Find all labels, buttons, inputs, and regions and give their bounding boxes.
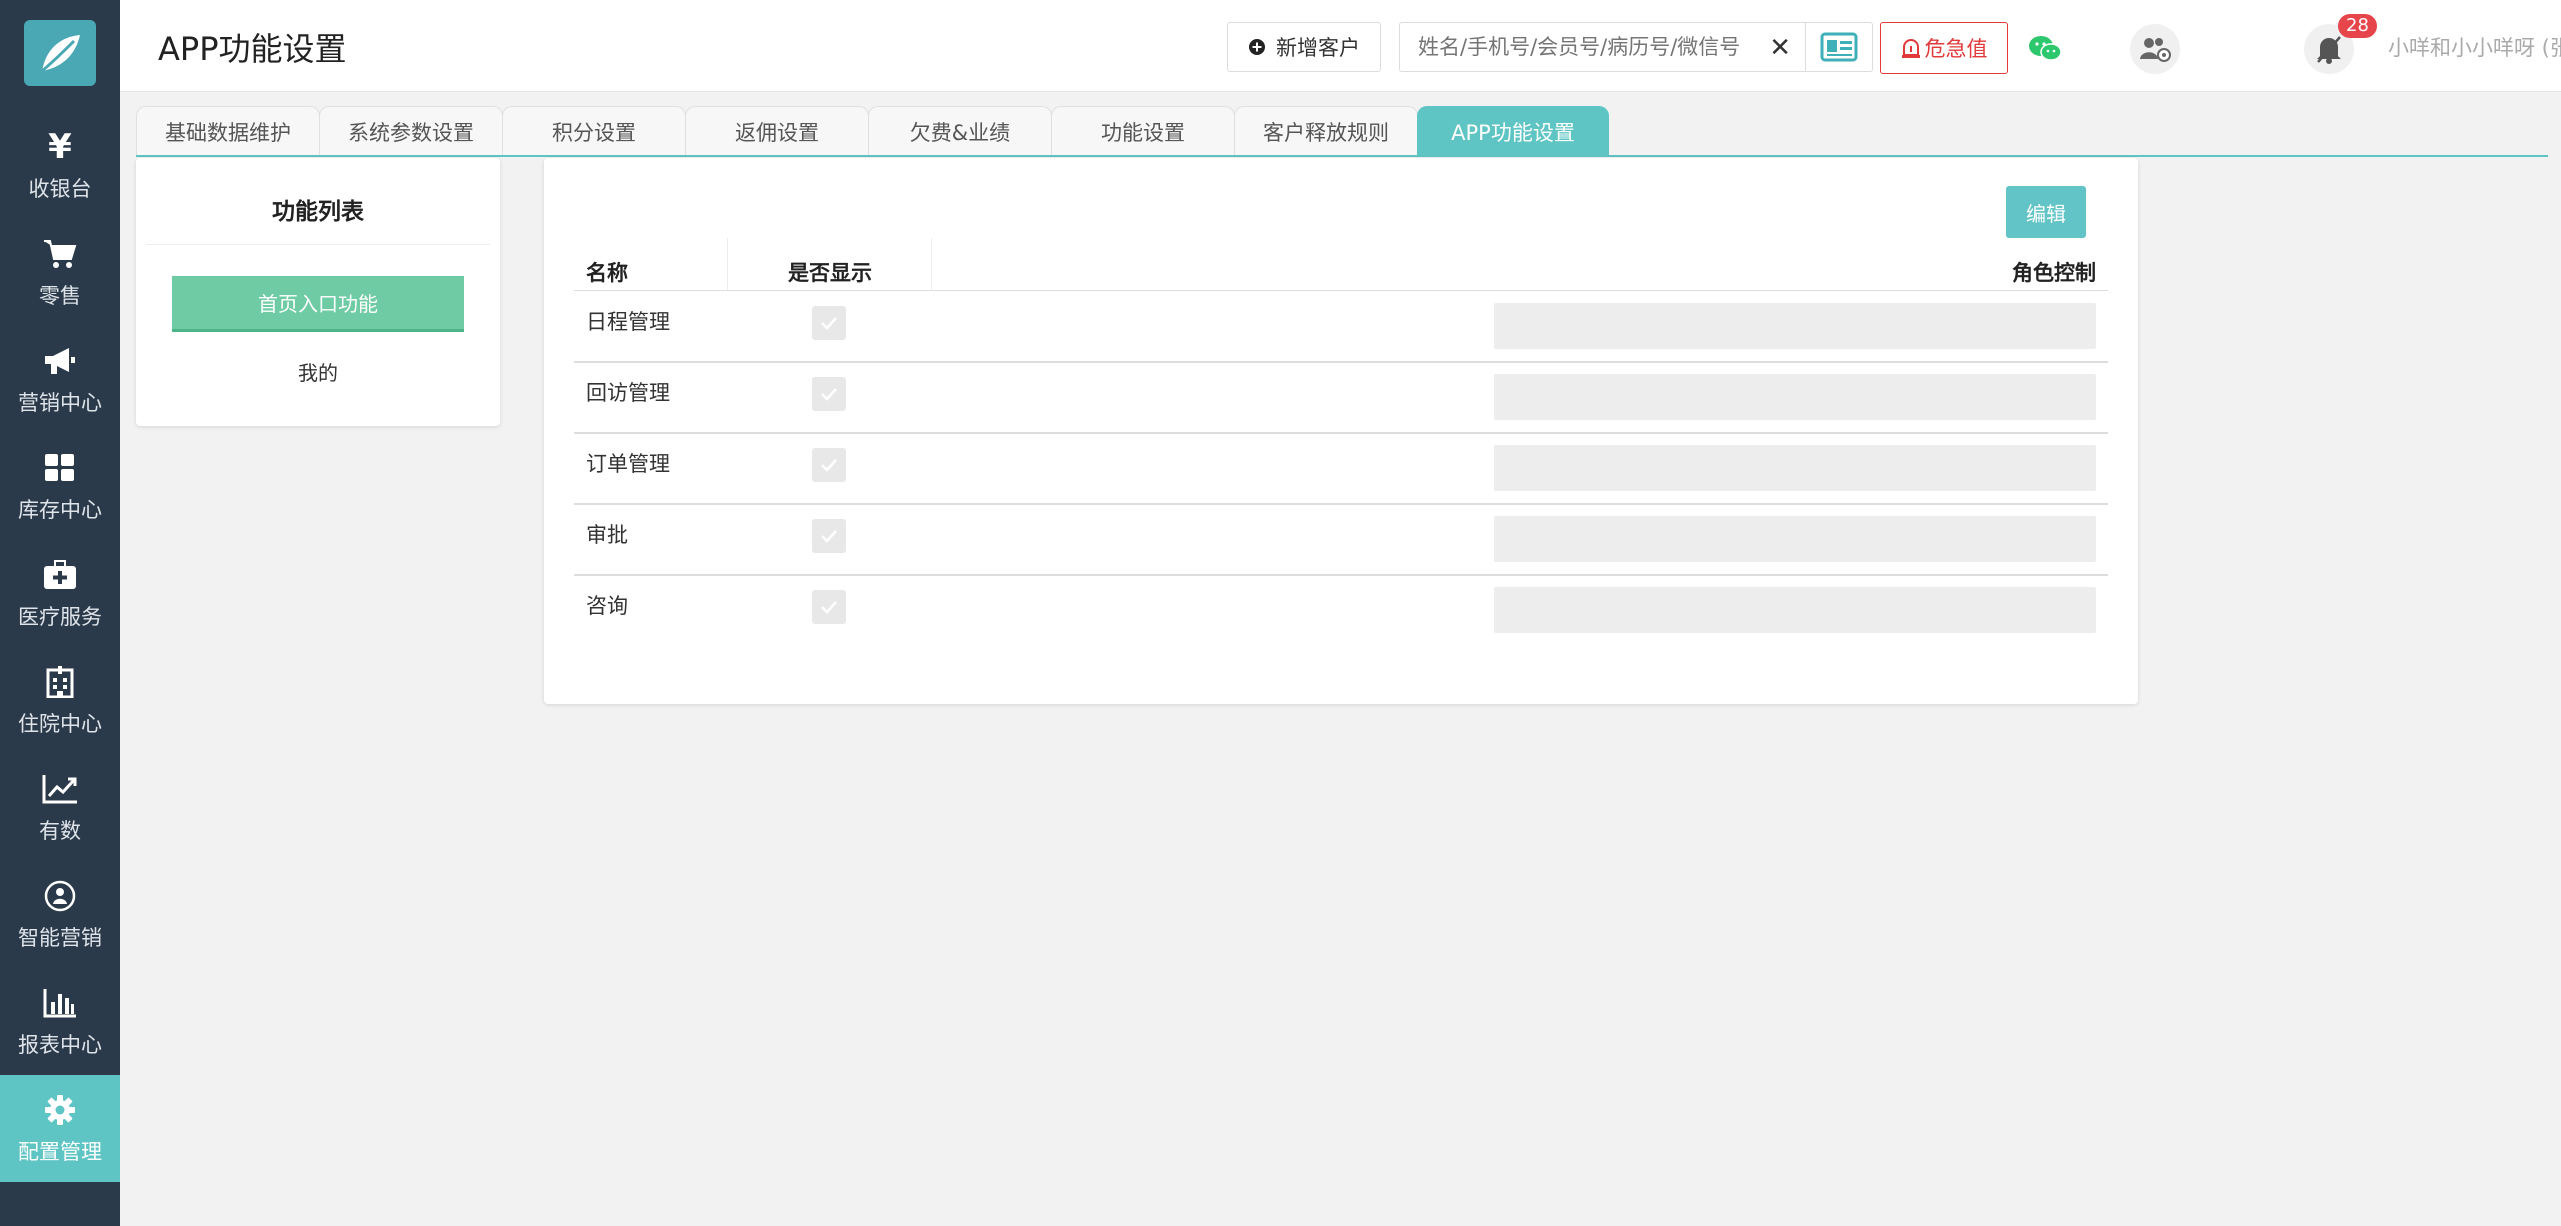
medkit-icon bbox=[42, 557, 78, 593]
column-header-role-control: 角色控制 bbox=[2012, 261, 2096, 285]
customer-search: ✕ bbox=[1399, 22, 1805, 72]
sidebar-item-label: 智能营销 bbox=[18, 925, 102, 950]
column-header-name: 名称 bbox=[586, 261, 628, 285]
search-input[interactable] bbox=[1418, 35, 1758, 59]
check-icon bbox=[821, 530, 837, 543]
role-control-select[interactable] bbox=[1494, 303, 2096, 349]
sidebar-item-label: 库存中心 bbox=[18, 497, 102, 522]
cart-icon bbox=[42, 236, 78, 272]
role-control-select[interactable] bbox=[1494, 374, 2096, 420]
tab-system-params[interactable]: 系统参数设置 bbox=[319, 106, 503, 156]
sidebar-item-reports[interactable]: 报表中心 bbox=[0, 968, 120, 1075]
column-divider bbox=[727, 238, 728, 290]
role-control-select[interactable] bbox=[1494, 445, 2096, 491]
sidebar-item-analytics[interactable]: 有数 bbox=[0, 754, 120, 861]
sidebar-item-label: 医疗服务 bbox=[18, 604, 102, 629]
column-divider bbox=[931, 238, 932, 290]
row-name: 回访管理 bbox=[586, 381, 670, 405]
function-config-panel: 编辑 名称 是否显示 角色控制 日程管理 回访管理 订单管理 审批 咨询 bbox=[544, 158, 2138, 704]
tab-underline bbox=[136, 155, 2548, 157]
line-chart-icon bbox=[42, 771, 78, 807]
row-name: 订单管理 bbox=[586, 452, 670, 476]
sidebar-item-smart-marketing[interactable]: 智能营销 bbox=[0, 861, 120, 968]
visible-checkbox[interactable] bbox=[812, 590, 846, 624]
tab-app-settings[interactable]: APP功能设置 bbox=[1417, 106, 1609, 156]
check-icon bbox=[821, 601, 837, 614]
settings-tabs: 基础数据维护 系统参数设置 积分设置 返佣设置 欠费&业绩 功能设置 客户释放规… bbox=[136, 106, 1609, 156]
sidebar-item-label: 零售 bbox=[39, 283, 81, 308]
bar-chart-icon bbox=[42, 985, 78, 1021]
group-icon bbox=[42, 878, 78, 914]
sidebar-item-cashier[interactable]: ¥ 收银台 bbox=[0, 112, 120, 219]
clear-icon[interactable]: ✕ bbox=[1769, 33, 1791, 63]
tab-basic-data[interactable]: 基础数据维护 bbox=[136, 106, 320, 156]
role-control-select[interactable] bbox=[1494, 516, 2096, 562]
user-name: 小咩和小小咩呀 (张江门诊部) bbox=[2388, 36, 2561, 60]
megaphone-icon bbox=[42, 343, 78, 379]
leaf-logo-icon bbox=[41, 35, 80, 73]
visible-checkbox[interactable] bbox=[812, 306, 846, 340]
tab-points[interactable]: 积分设置 bbox=[502, 106, 686, 156]
sidebar-item-inpatient[interactable]: 住院中心 bbox=[0, 647, 120, 754]
sidebar-item-retail[interactable]: 零售 bbox=[0, 219, 120, 326]
tab-arrears-performance[interactable]: 欠费&业绩 bbox=[868, 106, 1052, 156]
hospital-icon bbox=[42, 664, 78, 700]
visible-checkbox[interactable] bbox=[812, 519, 846, 553]
plus-circle-icon bbox=[1249, 39, 1265, 55]
function-list-title: 功能列表 bbox=[272, 199, 364, 225]
column-header-visible: 是否显示 bbox=[788, 261, 872, 285]
table-row: 咨询 bbox=[574, 576, 2108, 647]
function-item-home-entry[interactable]: 首页入口功能 bbox=[172, 276, 464, 332]
sidebar-item-marketing[interactable]: 营销中心 bbox=[0, 326, 120, 433]
sidebar-item-inventory[interactable]: 库存中心 bbox=[0, 433, 120, 540]
top-header: APP功能设置 新增客户 ✕ 危急值 28 小咩和小小咩呀 (张江门诊部) ⌄ bbox=[120, 0, 2561, 92]
check-icon bbox=[821, 459, 837, 472]
new-customer-label: 新增客户 bbox=[1276, 36, 1360, 60]
sidebar-item-label: 有数 bbox=[39, 818, 81, 843]
alert-icon bbox=[1901, 39, 1920, 58]
sidebar-item-label: 配置管理 bbox=[18, 1139, 102, 1164]
visible-checkbox[interactable] bbox=[812, 448, 846, 482]
table-row: 审批 bbox=[574, 505, 2108, 576]
wechat-icon[interactable] bbox=[2020, 24, 2070, 74]
table-row: 日程管理 bbox=[574, 292, 2108, 363]
sidebar: ¥ 收银台 零售 营销中心 库存中心 医疗服务 住院中心 有数 智能营销 报表中… bbox=[0, 0, 120, 1226]
role-control-select[interactable] bbox=[1494, 587, 2096, 633]
function-list-panel: 功能列表 首页入口功能 我的 bbox=[136, 158, 500, 426]
yen-icon: ¥ bbox=[48, 126, 72, 167]
team-settings-icon[interactable] bbox=[2130, 24, 2180, 74]
row-name: 审批 bbox=[586, 523, 628, 547]
sidebar-item-config[interactable]: 配置管理 bbox=[0, 1075, 120, 1182]
table-header-line bbox=[574, 290, 2108, 291]
critical-value-label: 危急值 bbox=[1924, 37, 1988, 61]
divider bbox=[146, 244, 490, 245]
check-icon bbox=[821, 388, 837, 401]
id-card-button[interactable] bbox=[1805, 22, 1873, 72]
page-title: APP功能设置 bbox=[158, 30, 347, 68]
sidebar-item-label: 营销中心 bbox=[18, 390, 102, 415]
visible-checkbox[interactable] bbox=[812, 377, 846, 411]
user-menu[interactable]: 小咩和小小咩呀 (张江门诊部) ⌄ bbox=[2388, 32, 2561, 62]
sidebar-item-medical[interactable]: 医疗服务 bbox=[0, 540, 120, 647]
check-icon bbox=[821, 317, 837, 330]
id-card-icon bbox=[1820, 32, 1858, 62]
app-logo[interactable] bbox=[24, 20, 96, 86]
sidebar-item-label: 住院中心 bbox=[18, 711, 102, 736]
table-row: 回访管理 bbox=[574, 363, 2108, 434]
edit-button[interactable]: 编辑 bbox=[2006, 186, 2086, 238]
new-customer-button[interactable]: 新增客户 bbox=[1227, 22, 1381, 72]
function-item-mine[interactable]: 我的 bbox=[172, 346, 464, 396]
row-name: 咨询 bbox=[586, 594, 628, 618]
sidebar-item-label: 收银台 bbox=[28, 176, 92, 201]
sidebar-item-label: 报表中心 bbox=[18, 1032, 102, 1057]
tab-function-settings[interactable]: 功能设置 bbox=[1051, 106, 1235, 156]
critical-value-button[interactable]: 危急值 bbox=[1880, 22, 2008, 74]
gear-icon bbox=[42, 1092, 78, 1128]
row-name: 日程管理 bbox=[586, 310, 670, 334]
tab-customer-release[interactable]: 客户释放规则 bbox=[1234, 106, 1418, 156]
grid-icon bbox=[42, 450, 78, 486]
notification-badge: 28 bbox=[2338, 14, 2377, 38]
table-row: 订单管理 bbox=[574, 434, 2108, 505]
tab-rebate[interactable]: 返佣设置 bbox=[685, 106, 869, 156]
